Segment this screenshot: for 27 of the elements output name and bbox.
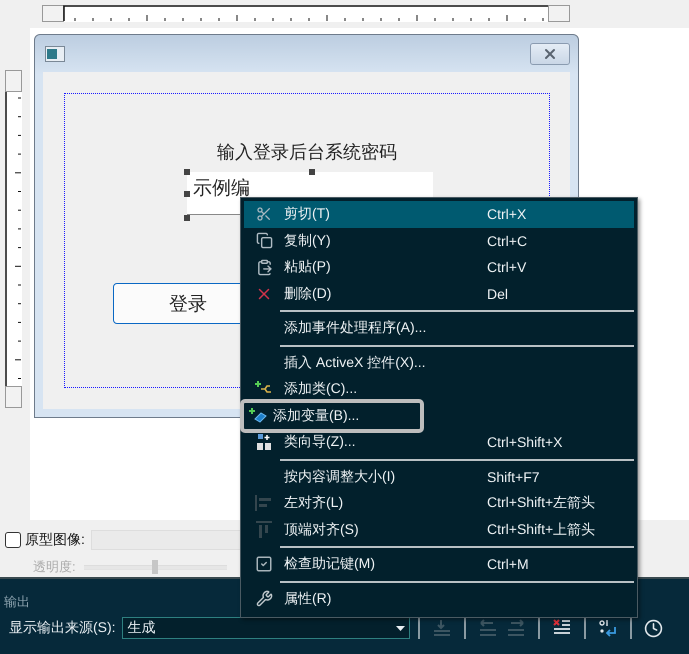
menu-item[interactable]: 类向导(Z)... Ctrl+Shift+X	[244, 429, 634, 456]
opacity-label: 透明度:	[33, 558, 76, 576]
shortcut-label: Ctrl+V	[487, 259, 526, 276]
output-title: 输出	[4, 593, 30, 611]
shortcut-label: Ctrl+Shift+左箭头	[487, 494, 596, 512]
shortcut-label: Ctrl+X	[487, 206, 526, 222]
shortcut-label: Del	[487, 286, 508, 302]
menu-item[interactable]: 按内容调整大小(I) Shift+F7	[244, 464, 634, 490]
shortcut-label: Shift+F7	[487, 468, 540, 485]
shortcut-label: Ctrl+C	[487, 232, 528, 249]
menu-item[interactable]: 插入 ActiveX 控件(X)...	[244, 350, 634, 376]
source-label: 显示输出来源(S):	[9, 619, 116, 637]
prototype-label: 原型图像:	[25, 531, 85, 549]
menu-item[interactable]: 剪切(T) Ctrl+X	[244, 201, 634, 228]
menu-item[interactable]: 添加类(C)...	[244, 376, 634, 402]
menu-item[interactable]: 属性(R)	[244, 586, 634, 612]
menu-item[interactable]: 添加变量(B)...	[244, 402, 420, 429]
shortcut-label: Ctrl+M	[487, 556, 529, 572]
menu-item[interactable]: 顶端对齐(S) Ctrl+Shift+上箭头	[244, 516, 634, 543]
menu-item[interactable]: 复制(Y) Ctrl+C	[244, 228, 634, 254]
shortcut-label: Ctrl+Shift+X	[487, 434, 562, 450]
menu-item[interactable]: 检查助记键(M) Ctrl+M	[244, 551, 634, 578]
password-prompt: 输入登录后台系统密码	[216, 141, 398, 163]
shortcut-label: Ctrl+Shift+上箭头	[487, 520, 596, 539]
source-dropdown[interactable]: 生成	[122, 617, 410, 639]
menu-item[interactable]: 粘贴(P) Ctrl+V	[244, 254, 634, 280]
menu-item[interactable]: 左对齐(L) Ctrl+Shift+左箭头	[244, 490, 634, 516]
